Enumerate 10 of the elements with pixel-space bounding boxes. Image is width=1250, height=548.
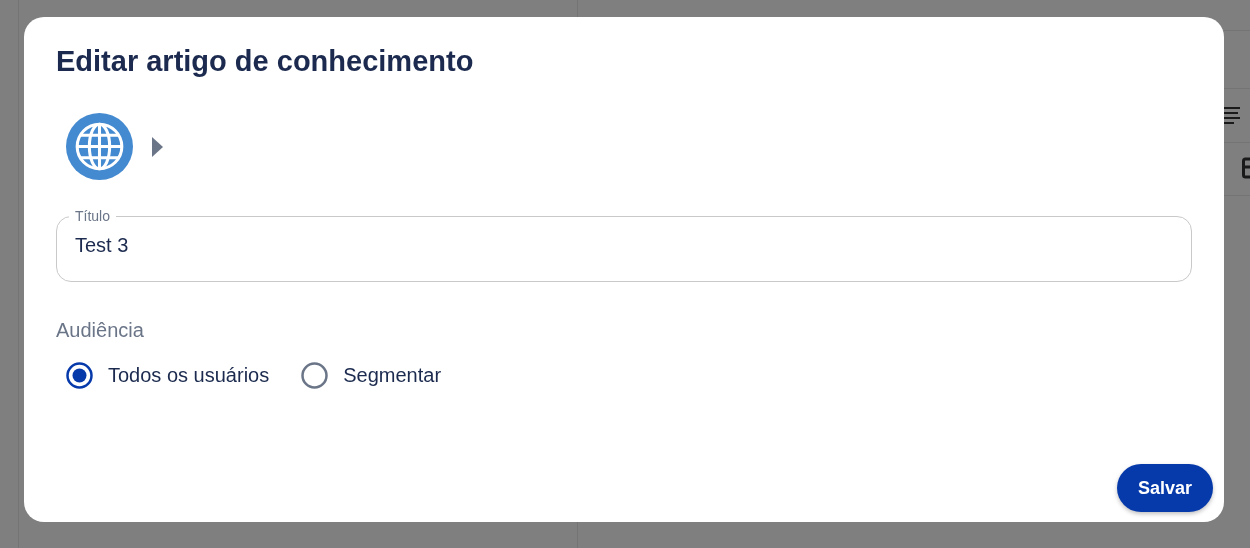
radio-option[interactable]: Todos os usuários (66, 362, 270, 389)
globe-icon[interactable] (66, 113, 133, 180)
audience-label: Audiência (56, 318, 145, 342)
dialog-title: Editar artigo de conhecimento (56, 44, 475, 79)
align-left-icon[interactable] (1223, 106, 1241, 124)
save-button[interactable]: Salvar (1116, 464, 1213, 512)
title-field[interactable]: Título Test 3 (56, 208, 1192, 282)
calendar-icon[interactable] (1242, 157, 1250, 179)
caret-icon[interactable] (151, 136, 163, 157)
radio-option[interactable]: Segmentar (301, 362, 442, 389)
